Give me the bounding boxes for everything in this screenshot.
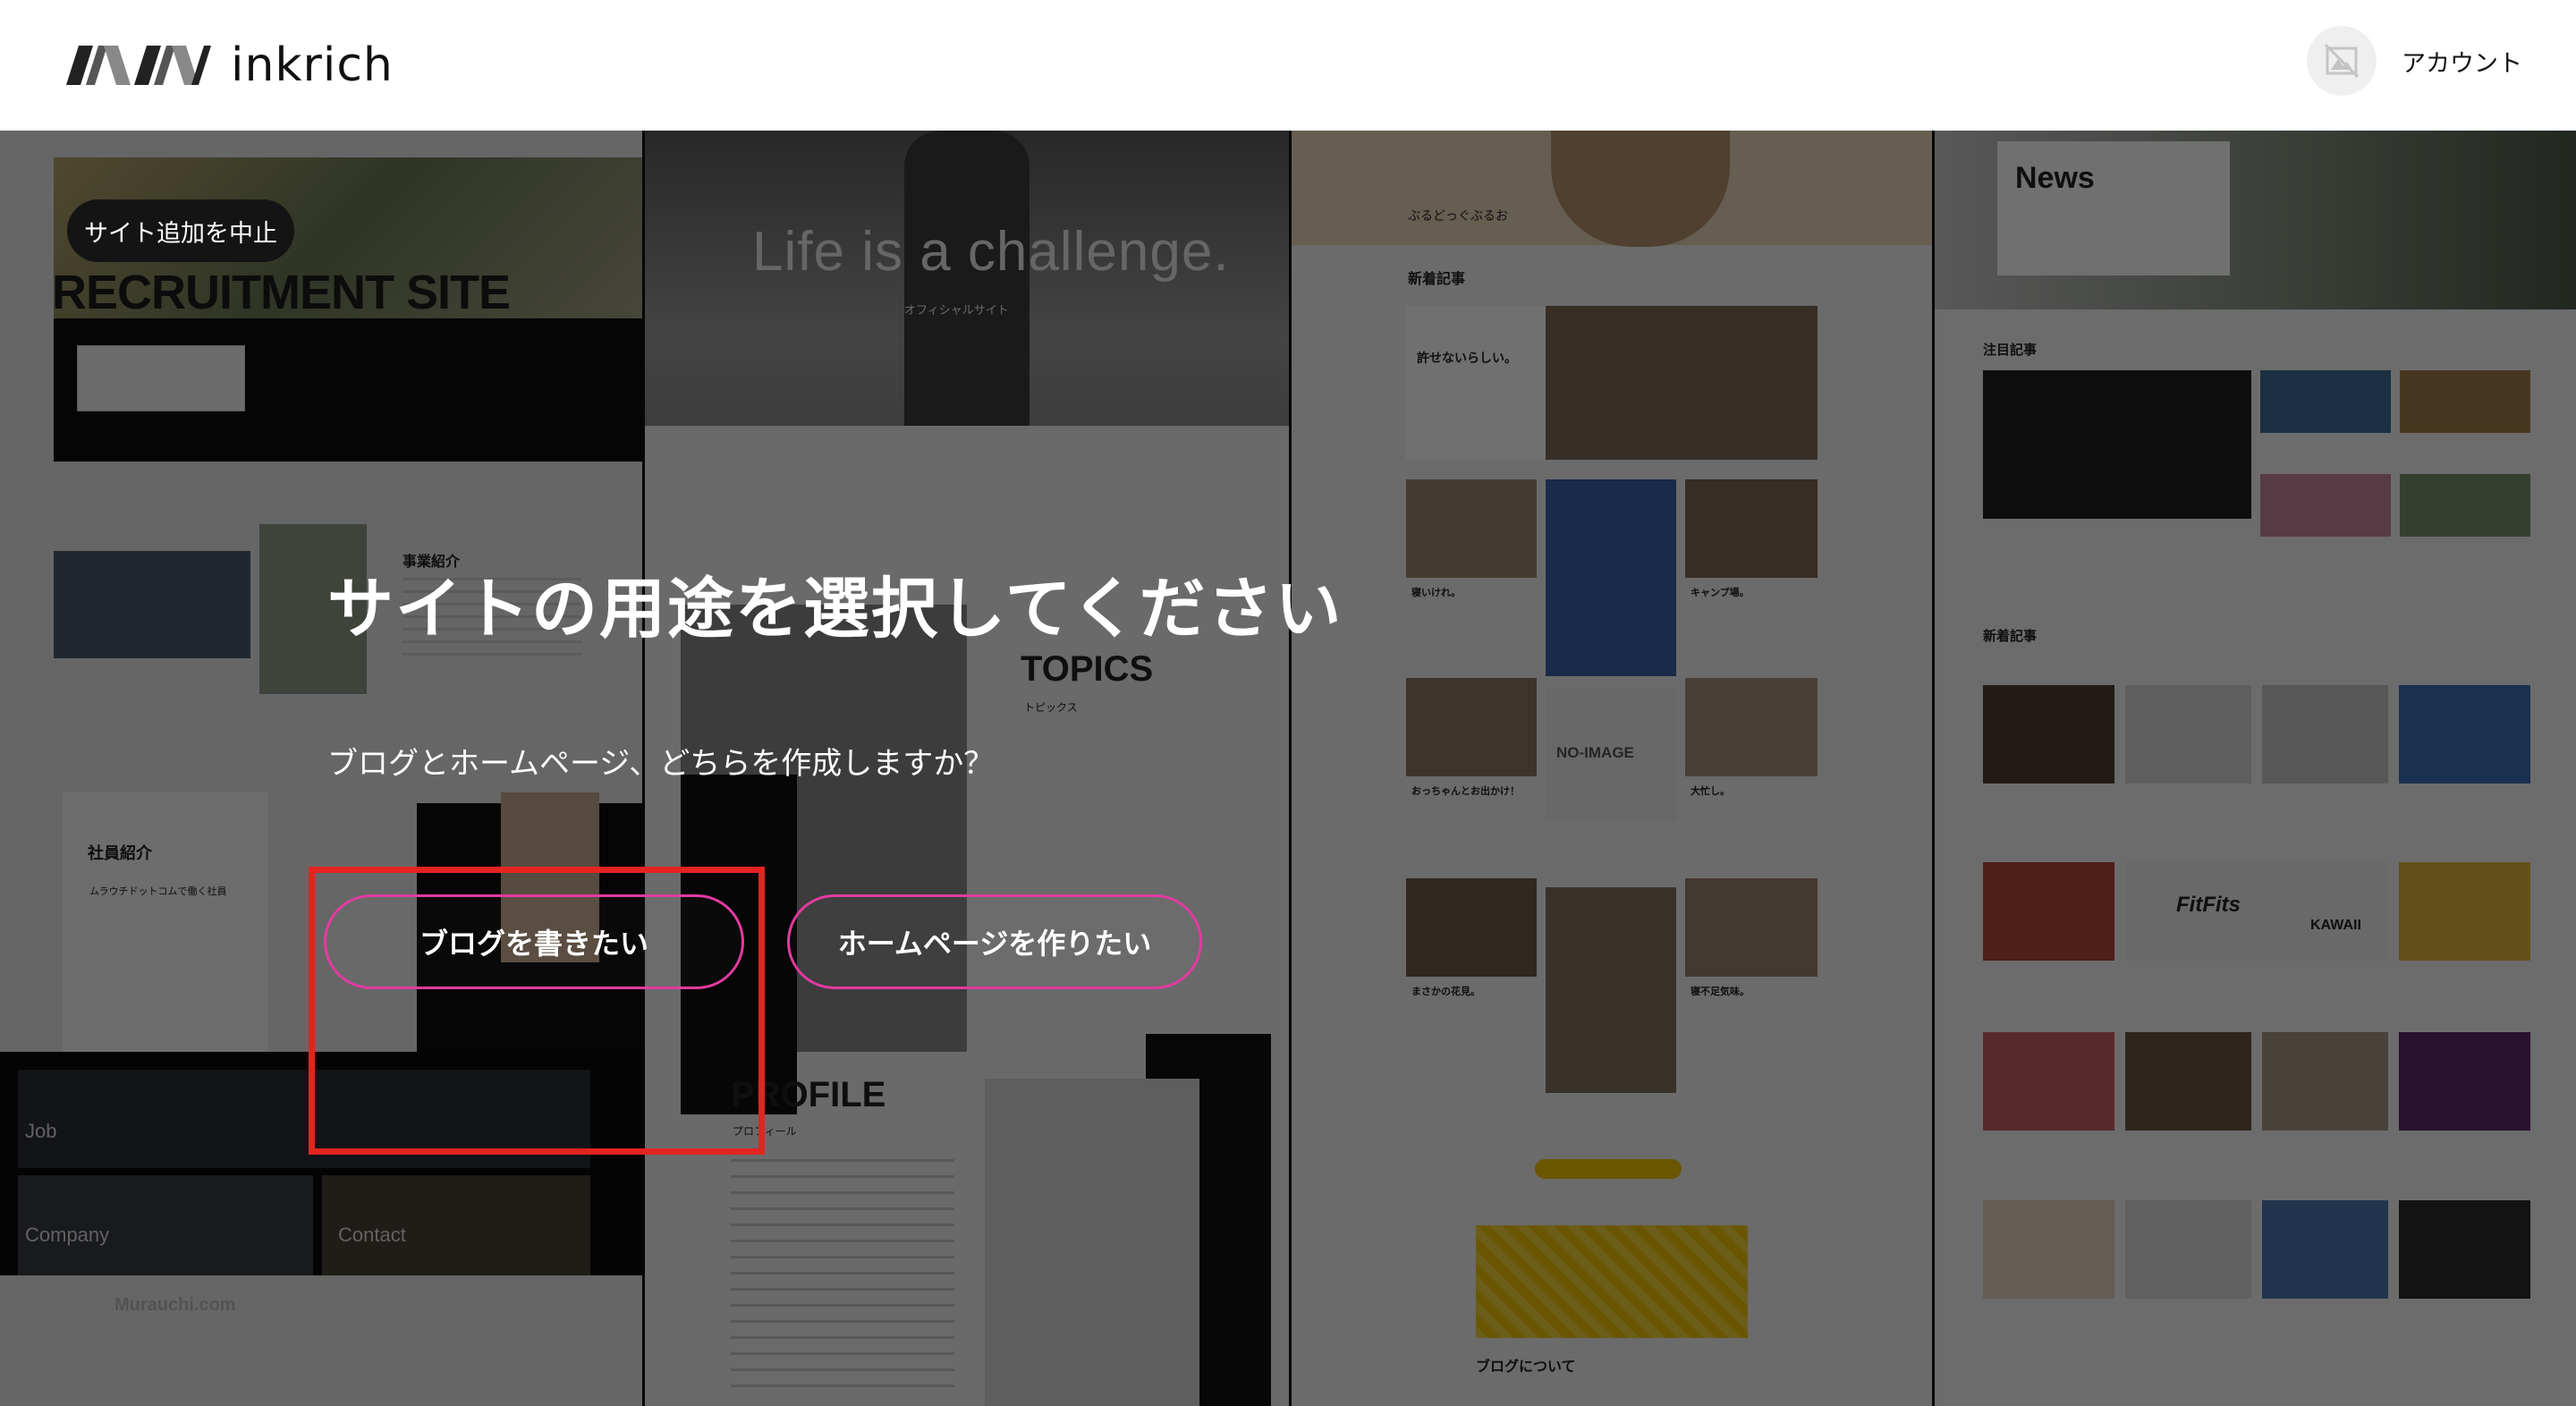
dialog-title: サイトの用途を選択してください (327, 571, 1343, 648)
media-new-posts-label: 新着記事 (1983, 629, 2038, 644)
petblog-photo-7 (1546, 887, 1676, 1093)
media-grid-row-2 (1983, 862, 2530, 961)
recruit-staff-sub: ムラウチドットコムで働く社員 (89, 886, 227, 897)
athlete-hero-sub: オフィシャルサイト (904, 303, 1009, 317)
template-preview-pet-blog: ぶるどっぐぶるお 新着記事 許せないらしい。 寝いけれ。 キャンプ場。 おっちゃ… (1292, 131, 1932, 1406)
petblog-new-posts-label: 新着記事 (1408, 272, 1466, 287)
petblog-brand: ぶるどっぐぶるお (1408, 208, 1508, 223)
athlete-hero-title: Life is a challenge. (752, 221, 1230, 283)
recruit-company-label: Company (25, 1224, 110, 1246)
petblog-photo-6 (1406, 878, 1537, 977)
media-promo-brand2: KAWAII (2310, 918, 2361, 933)
recruit-staff-label: 社員紹介 (88, 844, 152, 862)
recruit-hero-card (77, 345, 245, 411)
media-grid-row-3 (1983, 1032, 2530, 1131)
athlete-profile-photo (985, 1079, 1199, 1406)
petblog-post6: まさかの花見。 (1411, 987, 1480, 997)
avatar[interactable] (2307, 26, 2377, 96)
recruit-job-image (18, 1070, 590, 1168)
petblog-post1: 許せないらしい。 (1417, 351, 1517, 365)
athlete-topics-label: TOPICS (1021, 649, 1154, 689)
media-featured-main (1983, 370, 2251, 519)
petblog-post5: 大忙し。 (1690, 786, 1730, 797)
cancel-site-add-button[interactable]: サイト追加を中止 (67, 199, 294, 262)
petblog-photo-1 (1406, 479, 1537, 578)
petblog-photo-5 (1685, 678, 1818, 776)
top-header: inkrich アカウント (0, 0, 2576, 131)
no-image-icon (2324, 43, 2360, 79)
media-promo-brand: FitFits (2176, 893, 2241, 917)
inkrich-mark-icon (66, 46, 211, 85)
petblog-featured-photo (1546, 306, 1818, 460)
athlete-profile-label: PROFILE (731, 1075, 886, 1114)
account-label: アカウント (2402, 49, 2522, 78)
recruit-job-label: Job (25, 1120, 57, 1142)
media-featured-thumb-2 (2400, 370, 2530, 433)
recruit-hero-title: RECRUITMENT SITE (52, 266, 511, 319)
petblog-noimage-label: NO-IMAGE (1556, 744, 1634, 761)
media-featured-thumb-3 (2260, 474, 2391, 537)
create-homepage-button[interactable]: ホームページを作りたい (787, 894, 1202, 989)
template-gallery: RECRUITMENT SITE 事業紹介 社員紹介 ムラウチドットコムで働く社… (0, 131, 2576, 1406)
recruit-device-image (54, 551, 250, 658)
brand-name: inkrich (231, 38, 394, 92)
write-blog-button[interactable]: ブログを書きたい (324, 894, 744, 989)
athlete-profile-lines (731, 1159, 954, 1401)
petblog-about-label: ブログについて (1476, 1359, 1576, 1375)
petblog-photo-8 (1685, 878, 1818, 977)
petblog-more-button (1535, 1159, 1682, 1179)
account-menu[interactable]: アカウント (2307, 25, 2522, 97)
petblog-post2: 寝いけれ。 (1411, 588, 1462, 598)
media-featured-thumb-4 (2400, 474, 2530, 537)
media-grid-row-4 (1983, 1200, 2530, 1299)
brand-logo[interactable]: inkrich (66, 34, 394, 97)
petblog-post7: 寝不足気味。 (1690, 987, 1750, 997)
media-news-label: News (2015, 161, 2095, 195)
dialog-subtitle: ブログとホームページ、どちらを作成しますか？ (327, 746, 995, 782)
petblog-photo-2 (1546, 479, 1676, 676)
media-featured-thumb-1 (2260, 370, 2391, 433)
athlete-topics-sub: トピックス (1024, 701, 1078, 714)
template-preview-media: News 注目記事 新着記事 FitFits KAWAII (1935, 131, 2576, 1406)
recruit-footer-brand: Murauchi.com (114, 1295, 236, 1315)
recruit-contact-label: Contact (338, 1224, 406, 1246)
petblog-banner (1476, 1225, 1748, 1338)
petblog-post4: おっちゃんとお出かけ！ (1411, 786, 1520, 797)
petblog-post3: キャンプ場。 (1690, 588, 1750, 598)
petblog-photo-4 (1406, 678, 1537, 776)
media-grid-row-1 (1983, 685, 2530, 783)
petblog-photo-3 (1685, 479, 1818, 578)
athlete-profile-sub: プロフィール (733, 1125, 797, 1138)
media-featured-label: 注目記事 (1983, 343, 2038, 358)
